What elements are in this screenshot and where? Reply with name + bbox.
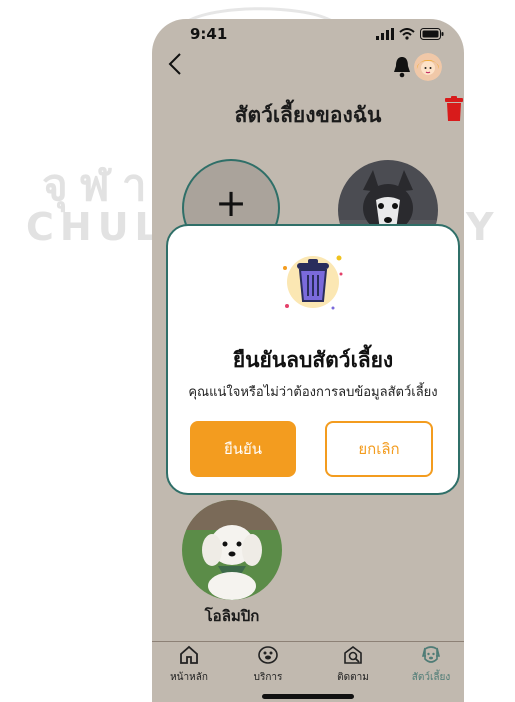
signal-icon xyxy=(376,28,394,40)
dog-face-icon xyxy=(421,646,441,663)
status-icons xyxy=(376,28,444,40)
track-search-icon xyxy=(344,646,362,664)
user-avatar[interactable] xyxy=(414,53,442,81)
page-title: สัตว์เลี้ยงของฉัน xyxy=(234,103,382,127)
home-indicator xyxy=(262,694,354,699)
tab-track[interactable]: ติดตาม xyxy=(318,644,388,685)
tab-my-pets-label: สัตว์เลี้ยง xyxy=(411,672,451,683)
tab-my-pets[interactable]: สัตว์เลี้ยง xyxy=(396,644,464,685)
cancel-button[interactable]: ยกเลิก xyxy=(325,421,433,477)
tab-services[interactable]: บริการ xyxy=(233,644,303,685)
confirm-delete-dialog: ยืนยันลบสัตว์เลี้ยง คุณแน่ใจหรือไม่ว่าต้… xyxy=(166,224,460,495)
tab-services-label: บริการ xyxy=(253,672,283,683)
tab-track-label: ติดตาม xyxy=(337,672,369,683)
confirm-button[interactable]: ยืนยัน xyxy=(190,421,296,477)
home-icon xyxy=(180,645,198,664)
trash-bin-illustration-icon xyxy=(283,255,343,310)
trash-icon[interactable] xyxy=(444,96,464,122)
pet-avatar-olympic[interactable] xyxy=(182,500,282,600)
dialog-message: คุณแน่ใจหรือไม่ว่าต้องการลบข้อมูลสัตว์เล… xyxy=(188,385,438,400)
pet-name-label: โอลิมปิก xyxy=(204,607,260,625)
plus-icon: + xyxy=(215,181,247,225)
wifi-icon xyxy=(399,28,415,40)
tab-home-label: หน้าหลัก xyxy=(170,672,208,683)
tab-home[interactable]: หน้าหลัก xyxy=(154,644,224,685)
dialog-title: ยืนยันลบสัตว์เลี้ยง xyxy=(232,348,394,372)
pet-service-icon xyxy=(258,646,278,664)
back-chevron-icon[interactable] xyxy=(162,50,190,78)
bottom-tab-bar: หน้าหลัก บริการ ติดตาม สัตว์เลี้ยง xyxy=(152,641,464,702)
phone-screen: 9:41 สัตว์เลี้ยงของฉัน + โอลิมปิก ยืนยัน… xyxy=(152,19,464,702)
notification-bell-icon[interactable] xyxy=(392,55,412,79)
battery-icon xyxy=(420,28,444,40)
status-bar: 9:41 xyxy=(152,19,464,55)
white-dog-photo xyxy=(182,500,282,600)
status-time: 9:41 xyxy=(190,25,228,43)
